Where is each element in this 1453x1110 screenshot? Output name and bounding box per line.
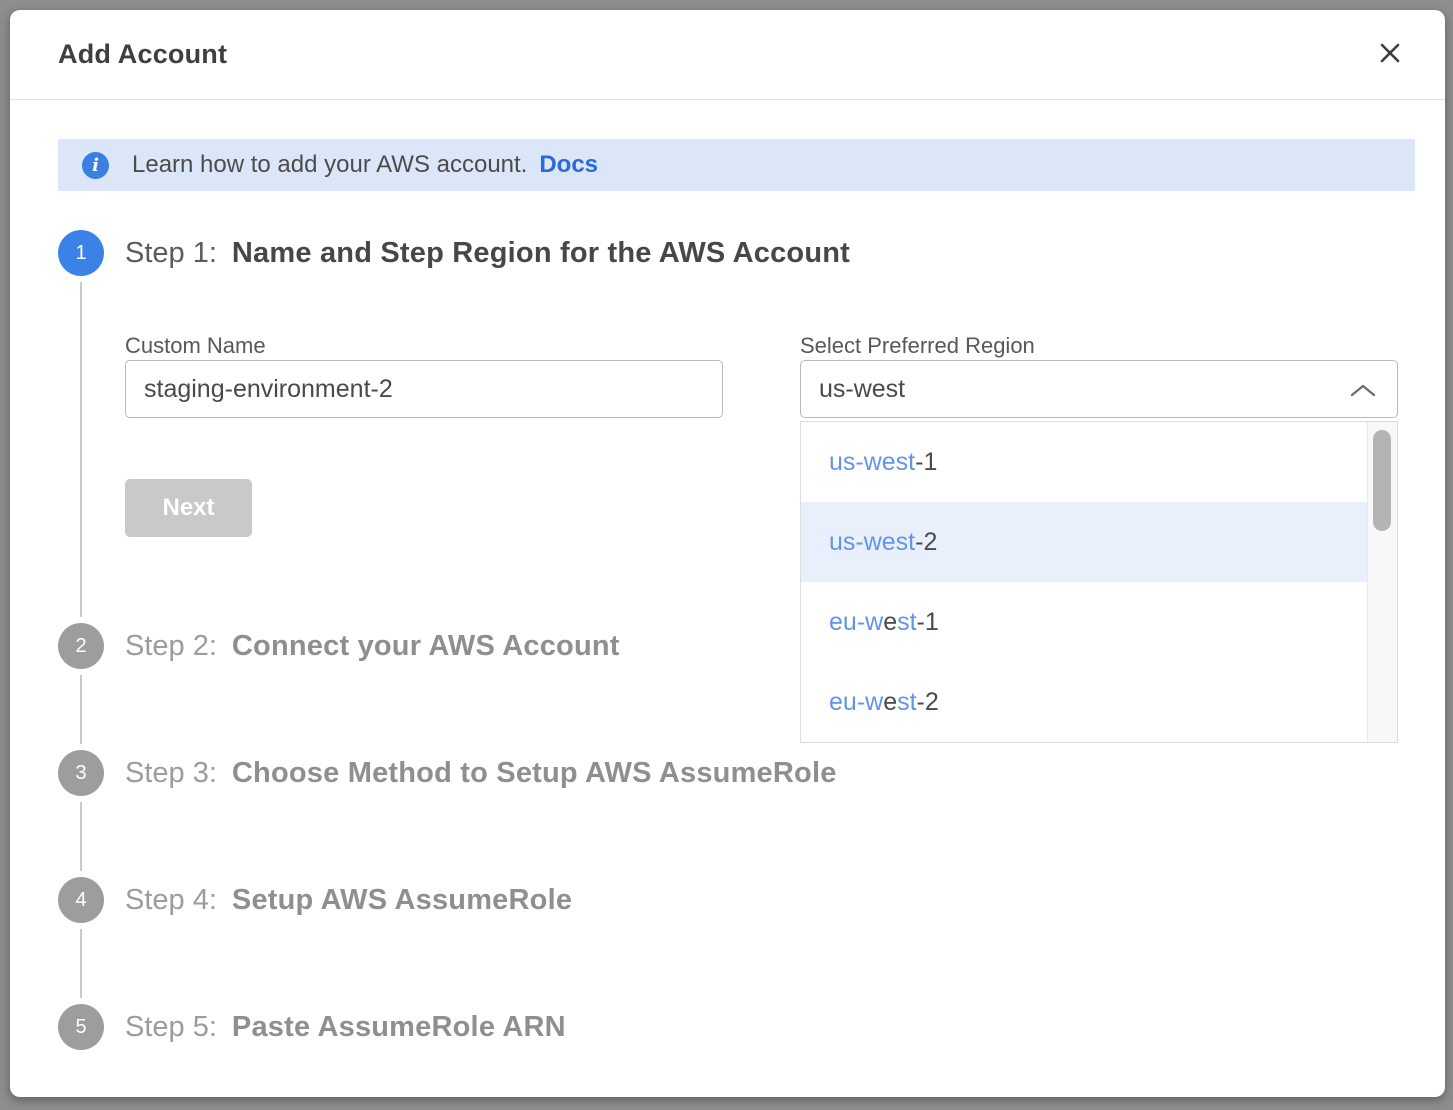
step-4-prefix: Step 4: [125, 884, 217, 917]
next-button[interactable]: Next [125, 479, 252, 537]
region-options-list: us-west-1us-west-2eu-west-1eu-west-2 [801, 422, 1367, 742]
info-banner: i Learn how to add your AWS account. Doc… [58, 139, 1415, 191]
step-3-number: 3 [75, 762, 86, 785]
region-option[interactable]: eu-west-1 [801, 582, 1367, 662]
step-1-number: 1 [75, 242, 86, 265]
step-1-heading[interactable]: Step 1: Name and Step Region for the AWS… [125, 230, 1407, 276]
region-label: Select Preferred Region [800, 332, 1398, 360]
docs-link[interactable]: Docs [539, 151, 598, 179]
step-1-indicator: 1 [58, 230, 104, 276]
step-4-number: 4 [75, 889, 86, 912]
custom-name-field-group: Custom Name Next [125, 332, 723, 537]
step-3-indicator: 3 [58, 750, 104, 796]
step-3-rail: 3 [58, 750, 104, 877]
region-field-group: Select Preferred Region us-west-1us-west… [800, 332, 1398, 537]
step-section-3: 3 Step 3: Choose Method to Setup AWS Ass… [58, 750, 1407, 877]
step-1-connector-line [80, 282, 82, 617]
region-option[interactable]: eu-west-2 [801, 662, 1367, 742]
close-icon [1378, 41, 1402, 68]
step-5-heading[interactable]: Step 5: Paste AssumeRole ARN [125, 1004, 1407, 1050]
step-2-indicator: 2 [58, 623, 104, 669]
step-4-rail: 4 [58, 877, 104, 1004]
modal-body: i Learn how to add your AWS account. Doc… [10, 100, 1445, 1050]
add-account-modal: Add Account i Learn how to add your AWS … [10, 10, 1445, 1097]
info-banner-text: Learn how to add your AWS account. [132, 151, 527, 179]
step-5-number: 5 [75, 1016, 86, 1039]
dropdown-scrollbar-thumb[interactable] [1373, 430, 1391, 531]
step-1-content: Custom Name Next Select Preferred Region [125, 332, 1407, 537]
step-5-prefix: Step 5: [125, 1011, 217, 1044]
step-5-title: Paste AssumeRole ARN [232, 1011, 566, 1044]
step-5-rail: 5 [58, 1004, 104, 1050]
step-4-connector-line [80, 929, 82, 998]
step-4-heading[interactable]: Step 4: Setup AWS AssumeRole [125, 877, 1407, 923]
step-5-indicator: 5 [58, 1004, 104, 1050]
step-2-title: Connect your AWS Account [232, 630, 620, 663]
step-2-prefix: Step 2: [125, 630, 217, 663]
step-3-heading[interactable]: Step 3: Choose Method to Setup AWS Assum… [125, 750, 1407, 796]
step-3-title: Choose Method to Setup AWS AssumeRole [232, 757, 837, 790]
step-1-prefix: Step 1: [125, 237, 217, 270]
step-2-number: 2 [75, 635, 86, 658]
step-3-prefix: Step 3: [125, 757, 217, 790]
step-section-5: 5 Step 5: Paste AssumeRole ARN [58, 1004, 1407, 1050]
region-dropdown-panel: us-west-1us-west-2eu-west-1eu-west-2 [800, 421, 1398, 743]
step-1-title: Name and Step Region for the AWS Account [232, 237, 850, 270]
custom-name-label: Custom Name [125, 332, 723, 360]
info-icon: i [82, 152, 109, 179]
modal-header: Add Account [10, 10, 1445, 100]
custom-name-input[interactable] [125, 360, 723, 418]
step-section-1: 1 Step 1: Name and Step Region for the A… [58, 230, 1407, 623]
step-2-rail: 2 [58, 623, 104, 750]
region-combobox: us-west-1us-west-2eu-west-1eu-west-2 [800, 360, 1398, 418]
step-4-title: Setup AWS AssumeRole [232, 884, 572, 917]
step-1-rail: 1 [58, 230, 104, 623]
region-input[interactable] [800, 360, 1398, 418]
modal-backdrop: { "modal": { "title": "Add Account" }, "… [0, 0, 1453, 1110]
region-option[interactable]: us-west-1 [801, 422, 1367, 502]
close-button[interactable] [1373, 38, 1407, 72]
region-option[interactable]: us-west-2 [801, 502, 1367, 582]
step-4-indicator: 4 [58, 877, 104, 923]
dropdown-scrollbar-track[interactable] [1367, 422, 1397, 742]
step-2-connector-line [80, 675, 82, 744]
step-section-4: 4 Step 4: Setup AWS AssumeRole [58, 877, 1407, 1004]
modal-title: Add Account [48, 39, 227, 70]
step-3-connector-line [80, 802, 82, 871]
